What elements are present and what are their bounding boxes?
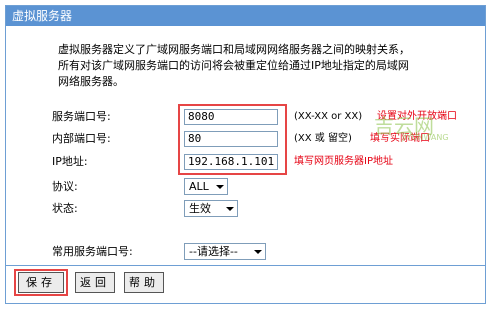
- ip-address-annotation: 填写网页服务器IP地址: [294, 156, 393, 167]
- save-button[interactable]: 保存: [18, 272, 64, 293]
- common-port-selected-value: --请选择--: [189, 245, 238, 258]
- footer-divider: [5, 265, 486, 266]
- protocol-select[interactable]: ALL: [184, 178, 228, 195]
- internal-port-input[interactable]: 80: [184, 131, 278, 147]
- chevron-down-icon: [226, 207, 234, 211]
- ip-address-label: IP地址:: [52, 155, 88, 168]
- description-line-1: 虚拟服务器定义了广域网服务端口和局域网网络服务器之间的映射关系，: [58, 43, 410, 56]
- service-port-hint: (XX-XX or XX): [294, 111, 363, 122]
- service-port-label: 服务端口号:: [52, 110, 111, 123]
- internal-port-hint: (XX 或 留空): [294, 133, 352, 144]
- common-port-select[interactable]: --请选择--: [184, 243, 266, 260]
- watermark-subtext: JIYUNWANG: [402, 133, 449, 142]
- back-button[interactable]: 返回: [75, 272, 115, 293]
- service-port-input[interactable]: 8080: [184, 109, 278, 125]
- common-port-label: 常用服务端口号:: [52, 245, 133, 258]
- protocol-label: 协议:: [52, 180, 78, 193]
- panel-title: 虚拟服务器: [6, 6, 485, 26]
- protocol-selected-value: ALL: [189, 180, 209, 193]
- internal-port-label: 内部端口号:: [52, 132, 111, 145]
- description-line-3: 网络服务器。: [58, 75, 124, 88]
- chevron-down-icon: [254, 250, 262, 254]
- description: 虚拟服务器定义了广域网服务端口和局域网网络服务器之间的映射关系， 所有对该广域网…: [58, 42, 468, 90]
- description-line-2: 所有对该广域网服务端口的访问将会被重定位给通过IP地址指定的局域网: [58, 59, 409, 72]
- status-label: 状态:: [52, 202, 78, 215]
- status-selected-value: 生效: [189, 202, 211, 215]
- help-button[interactable]: 帮助: [124, 272, 164, 293]
- ip-address-input[interactable]: 192.168.1.101: [184, 154, 278, 170]
- status-select[interactable]: 生效: [184, 200, 238, 217]
- chevron-down-icon: [216, 185, 224, 189]
